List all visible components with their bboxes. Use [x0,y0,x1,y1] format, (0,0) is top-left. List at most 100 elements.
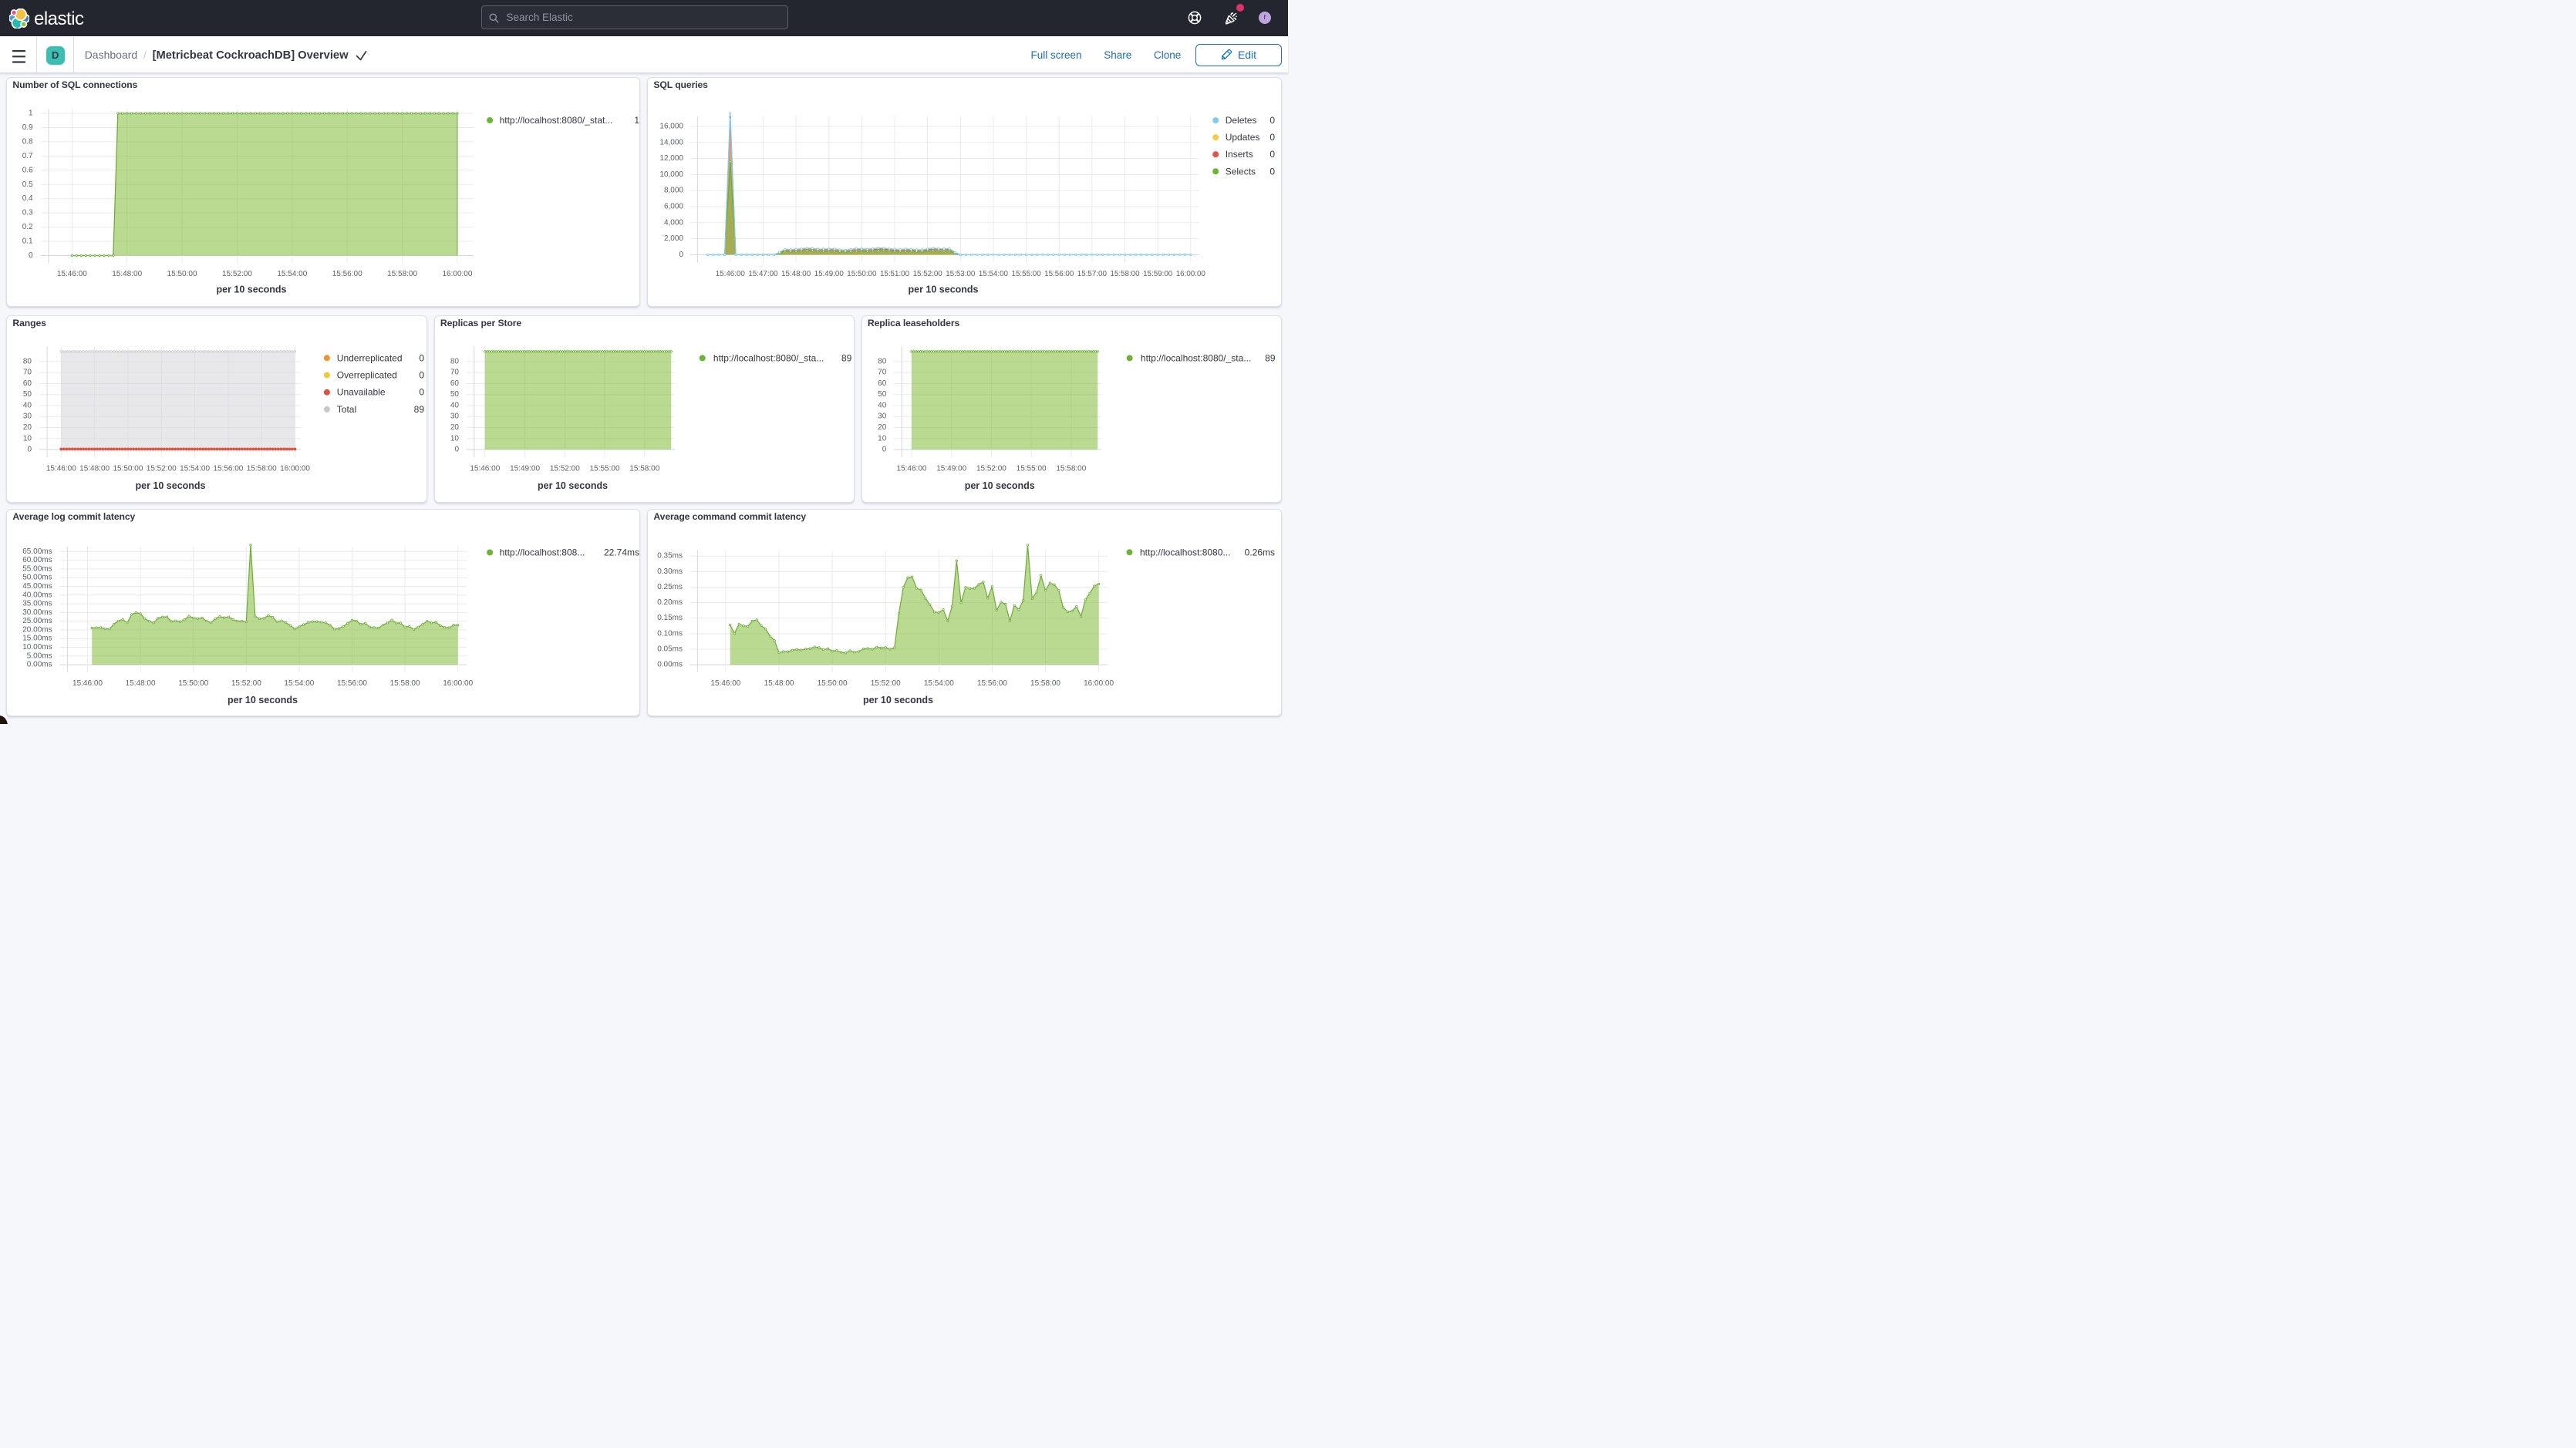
svg-text:16:00:00: 16:00:00 [280,464,310,473]
svg-text:15:46:00: 15:46:00 [72,679,103,688]
svg-text:40: 40 [23,401,32,409]
svg-text:10,000: 10,000 [659,170,683,179]
svg-text:15:46:00: 15:46:00 [716,270,746,278]
svg-text:22.74ms: 22.74ms [604,547,639,558]
svg-text:60.00ms: 60.00ms [22,556,52,564]
svg-text:4,000: 4,000 [664,218,683,227]
svg-text:80: 80 [23,357,32,365]
svg-text:15:47:00: 15:47:00 [748,270,778,278]
svg-text:15:46:00: 15:46:00 [57,270,87,278]
svg-text:http://localhost:8080...: http://localhost:8080... [1140,547,1230,557]
svg-text:50.00ms: 50.00ms [22,574,52,582]
svg-text:30: 30 [450,412,459,420]
svg-text:per 10 seconds: per 10 seconds [228,695,298,705]
svg-text:45.00ms: 45.00ms [22,582,52,591]
svg-text:15:50:00: 15:50:00 [818,679,848,688]
svg-text:89: 89 [414,403,425,414]
svg-text:0.9: 0.9 [22,123,33,132]
svg-text:Underreplicated: Underreplicated [337,352,403,363]
svg-text:15:55:00: 15:55:00 [589,464,619,473]
svg-text:0.15ms: 0.15ms [657,614,683,622]
svg-text:6,000: 6,000 [664,203,683,211]
svg-text:15:49:00: 15:49:00 [814,270,845,278]
svg-text:0.26ms: 0.26ms [1245,547,1275,557]
svg-text:0.5: 0.5 [22,180,33,189]
svg-text:15:56:00: 15:56:00 [337,679,367,688]
svg-text:55.00ms: 55.00ms [22,564,52,573]
svg-text:60: 60 [23,379,32,387]
svg-text:15:52:00: 15:52:00 [871,679,901,688]
svg-text:35.00ms: 35.00ms [22,600,52,608]
svg-text:16:00:00: 16:00:00 [1084,679,1114,688]
svg-text:0.6: 0.6 [22,166,33,174]
svg-text:0.8: 0.8 [22,137,33,146]
svg-text:20.00ms: 20.00ms [22,625,52,634]
svg-text:70: 70 [23,368,32,376]
svg-text:per 10 seconds: per 10 seconds [908,285,978,295]
svg-text:40: 40 [450,401,459,409]
svg-text:15:48:00: 15:48:00 [112,270,142,278]
svg-text:15:54:00: 15:54:00 [924,679,954,688]
svg-text:0.10ms: 0.10ms [657,629,683,638]
svg-text:15:56:00: 15:56:00 [977,679,1007,688]
svg-text:50: 50 [23,390,32,399]
svg-text:0: 0 [1269,115,1275,126]
svg-text:per 10 seconds: per 10 seconds [216,285,286,295]
svg-text:15:48:00: 15:48:00 [126,679,156,688]
svg-text:89: 89 [841,352,851,363]
svg-text:10.00ms: 10.00ms [22,643,52,652]
svg-text:Total: Total [337,403,356,414]
svg-text:http://localhost:808...: http://localhost:808... [500,547,585,558]
svg-text:70: 70 [450,368,459,376]
svg-text:Updates: Updates [1226,132,1260,143]
svg-text:0.2: 0.2 [22,223,33,231]
svg-text:0: 0 [27,445,32,453]
svg-text:0.00ms: 0.00ms [27,661,52,669]
svg-text:per 10 seconds: per 10 seconds [538,480,608,490]
svg-text:15:52:00: 15:52:00 [913,270,943,278]
svg-text:10: 10 [450,434,459,443]
svg-text:80: 80 [878,357,887,365]
svg-text:15:48:00: 15:48:00 [764,679,794,688]
svg-text:0.3: 0.3 [22,209,33,217]
svg-text:15:49:00: 15:49:00 [510,464,540,473]
svg-text:15:48:00: 15:48:00 [79,464,110,473]
svg-text:15:52:00: 15:52:00 [222,270,252,278]
svg-text:per 10 seconds: per 10 seconds [964,480,1034,490]
svg-text:Unavailable: Unavailable [337,386,386,397]
svg-text:0: 0 [419,386,424,397]
svg-text:1: 1 [29,109,33,118]
svg-text:20: 20 [450,423,459,432]
svg-text:15:56:00: 15:56:00 [1044,270,1074,278]
svg-text:0.05ms: 0.05ms [657,645,683,653]
svg-text:20: 20 [23,423,32,432]
svg-text:15:58:00: 15:58:00 [1056,464,1086,473]
svg-text:0: 0 [419,369,424,380]
svg-text:http://localhost:8080/_stat...: http://localhost:8080/_stat... [500,115,613,126]
svg-text:15:54:00: 15:54:00 [979,270,1009,278]
svg-text:15:58:00: 15:58:00 [390,679,420,688]
svg-text:http://localhost:8080/_sta...: http://localhost:8080/_sta... [1140,352,1250,363]
svg-text:15:59:00: 15:59:00 [1143,270,1173,278]
svg-text:2,000: 2,000 [664,234,683,243]
svg-text:65.00ms: 65.00ms [22,547,52,556]
svg-text:Deletes: Deletes [1226,115,1257,126]
svg-text:16:00:00: 16:00:00 [443,679,473,688]
svg-text:0: 0 [1269,132,1275,143]
svg-text:15:53:00: 15:53:00 [946,270,976,278]
svg-text:0.00ms: 0.00ms [657,661,683,669]
svg-text:0.25ms: 0.25ms [657,583,683,591]
svg-text:80: 80 [450,357,459,365]
svg-text:15:54:00: 15:54:00 [277,270,307,278]
svg-text:16:00:00: 16:00:00 [1176,270,1206,278]
svg-text:15:52:00: 15:52:00 [147,464,177,473]
svg-text:15:58:00: 15:58:00 [1030,679,1060,688]
svg-text:89: 89 [1265,352,1276,363]
svg-text:16:00:00: 16:00:00 [442,270,472,278]
svg-text:per 10 seconds: per 10 seconds [135,480,205,490]
svg-text:10: 10 [23,434,32,443]
svg-text:70: 70 [878,368,887,376]
svg-text:25.00ms: 25.00ms [22,617,52,625]
svg-text:15:46:00: 15:46:00 [710,679,740,688]
svg-text:15:52:00: 15:52:00 [976,464,1006,473]
